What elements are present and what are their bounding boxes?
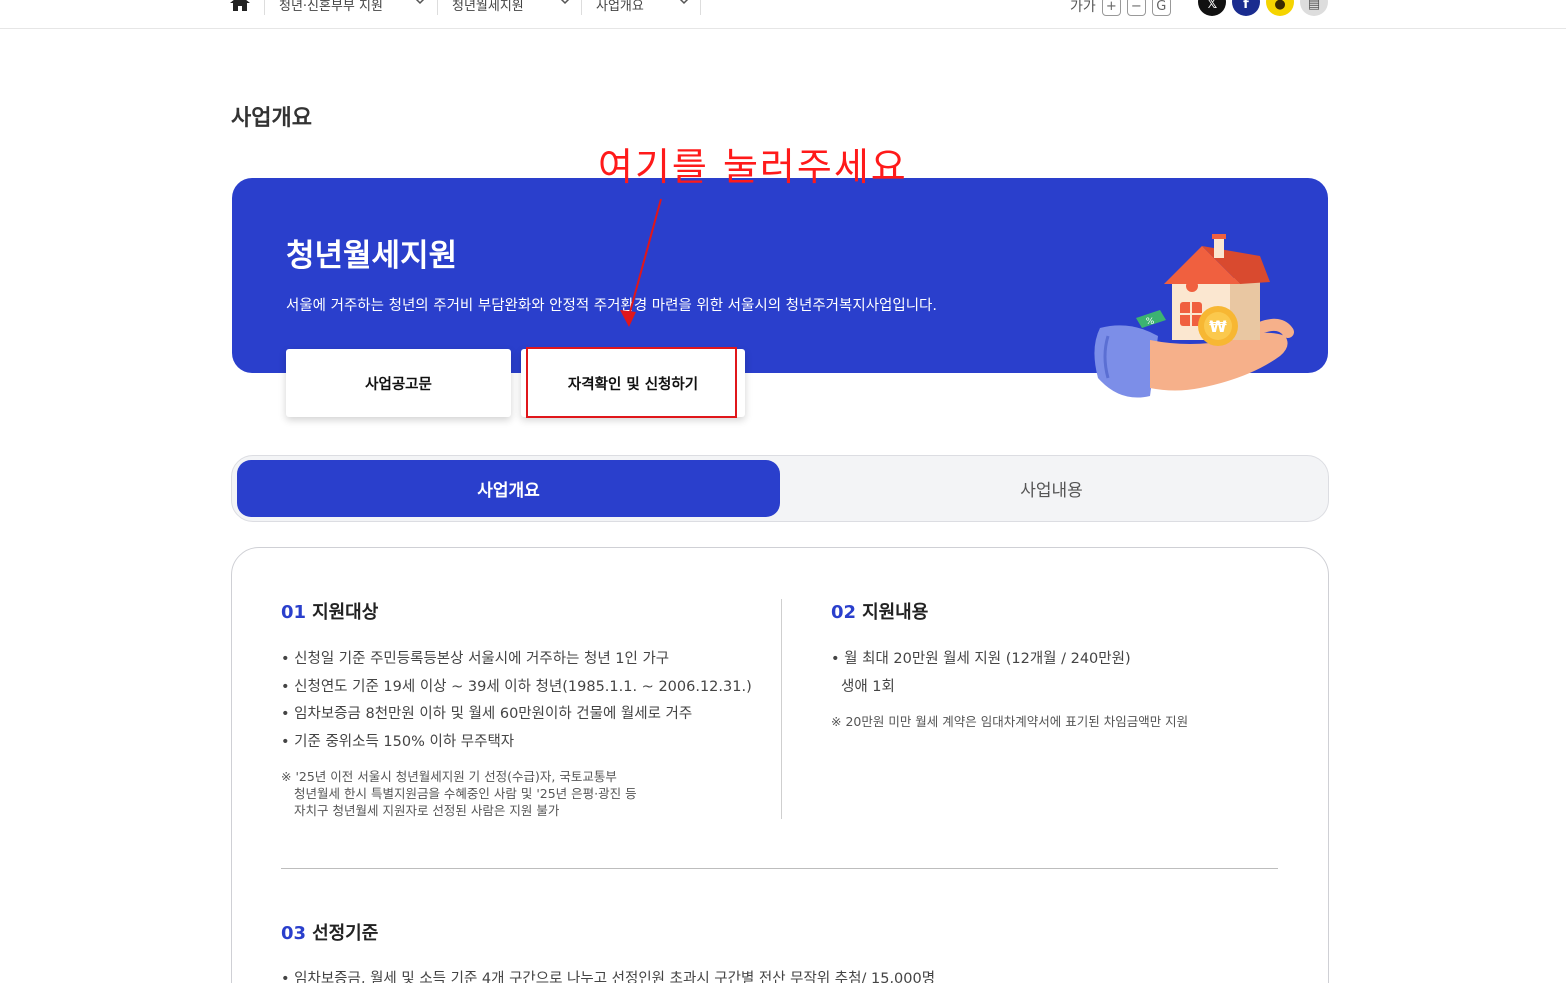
section-title-target: 01 지원대상 bbox=[281, 598, 378, 624]
house-hand-illustration: ₩ % bbox=[1094, 234, 1294, 398]
tab-content[interactable]: 사업내용 bbox=[780, 460, 1323, 517]
target-note: 자치구 청년월세 지원자로 선정된 사람은 지원 불가 bbox=[294, 803, 560, 818]
target-note: ※ '25년 이전 서울시 청년월세지원 기 선정(수급)자, 국토교통부 bbox=[281, 769, 617, 784]
target-item: • 기준 중위소득 150% 이하 무주택자 bbox=[281, 734, 515, 750]
facebook-icon[interactable]: f bbox=[1232, 0, 1260, 16]
section-number: 01 bbox=[281, 602, 307, 623]
section-label: 지원내용 bbox=[862, 602, 929, 623]
section-number: 03 bbox=[281, 923, 307, 944]
support-item: • 월 최대 20만원 월세 지원 (12개월 / 240만원) bbox=[831, 651, 1131, 667]
breadcrumb-label: 청년월세지원 bbox=[452, 0, 524, 14]
page-title: 사업개요 bbox=[231, 106, 312, 131]
chevron-down-icon bbox=[560, 0, 570, 5]
svg-text:%: % bbox=[1146, 317, 1155, 327]
support-note: ※ 20만원 미만 월세 계약은 임대차계약서에 표기된 차임금액만 지원 bbox=[831, 714, 1189, 729]
chevron-down-icon bbox=[415, 0, 425, 5]
print-icon[interactable]: ▤ bbox=[1300, 0, 1328, 16]
section-title-criteria: 03 선정기준 bbox=[281, 919, 378, 945]
svg-text:₩: ₩ bbox=[1209, 317, 1227, 336]
hero-title: 청년월세지원 bbox=[286, 238, 458, 274]
breadcrumb-item-category[interactable]: 청년·신혼부부 지원 bbox=[264, 0, 436, 15]
reset-button[interactable]: G bbox=[1151, 0, 1171, 16]
kakao-icon[interactable]: ● bbox=[1266, 0, 1294, 16]
home-icon[interactable] bbox=[229, 0, 251, 12]
business-notice-label: 사업공고문 bbox=[365, 376, 432, 393]
section-label: 선정기준 bbox=[312, 923, 379, 944]
section-divider bbox=[281, 868, 1278, 869]
support-item: 생애 1회 bbox=[841, 679, 895, 695]
zoom-in-button[interactable]: + bbox=[1101, 0, 1121, 16]
hero-description: 서울에 거주하는 청년의 주거비 부담완화와 안정적 주거환경 마련을 위한 서… bbox=[286, 298, 937, 314]
section-number: 02 bbox=[831, 602, 857, 623]
font-size-label: 가가 bbox=[1070, 0, 1096, 15]
target-item: • 신청연도 기준 19세 이상 ~ 39세 이하 청년(1985.1.1. ~… bbox=[281, 679, 752, 695]
target-note: 청년월세 한시 특별지원금을 수혜중인 사람 및 '25년 은평·광진 등 bbox=[294, 786, 637, 801]
zoom-out-button[interactable]: − bbox=[1126, 0, 1146, 16]
content-card bbox=[231, 547, 1329, 983]
chevron-down-icon bbox=[679, 0, 689, 5]
breadcrumb-label: 청년·신혼부부 지원 bbox=[279, 0, 383, 14]
tab-overview[interactable]: 사업개요 bbox=[237, 460, 780, 517]
breadcrumb-item-page[interactable]: 사업개요 bbox=[581, 0, 701, 15]
text-size-tools: 가가 + − G bbox=[1070, 0, 1171, 16]
section-label: 지원대상 bbox=[312, 602, 379, 623]
section-title-support: 02 지원내용 bbox=[831, 598, 928, 624]
target-item: • 임차보증금 8천만원 이하 및 월세 60만원이하 건물에 월세로 거주 bbox=[281, 706, 693, 722]
target-item: • 신청일 기준 주민등록등본상 서울시에 거주하는 청년 1인 가구 bbox=[281, 651, 670, 667]
highlight-box bbox=[526, 347, 737, 418]
annotation-text: 여기를 눌러주세요 bbox=[598, 145, 908, 189]
breadcrumb-label: 사업개요 bbox=[596, 0, 644, 14]
top-navigation-bar: 청년·신혼부부 지원 청년월세지원 사업개요 가가 + − G 𝕏 f ● ▤ bbox=[0, 0, 1566, 29]
x-icon[interactable]: 𝕏 bbox=[1198, 0, 1226, 16]
column-divider bbox=[781, 599, 782, 819]
criteria-item: • 임차보증금, 월세 및 소득 기준 4개 구간으로 나누고 선정인원 초과시… bbox=[281, 971, 936, 983]
breadcrumb-item-program[interactable]: 청년월세지원 bbox=[437, 0, 581, 15]
business-notice-button[interactable]: 사업공고문 bbox=[286, 349, 511, 417]
